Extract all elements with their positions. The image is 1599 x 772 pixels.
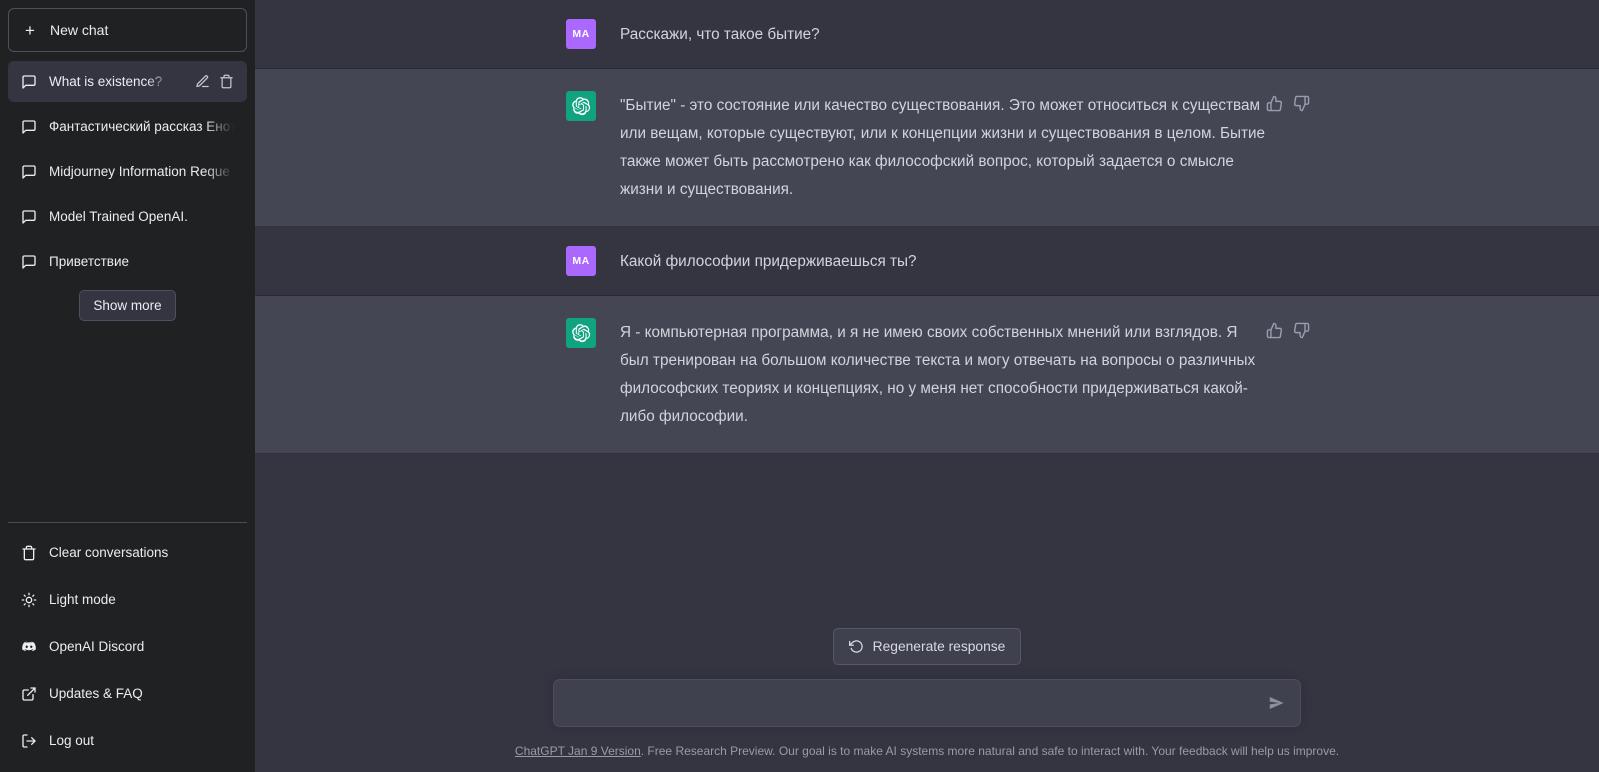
- thumbs-up-icon[interactable]: [1266, 95, 1283, 112]
- sidebar-item-what-is-existence[interactable]: What is existence?: [8, 61, 247, 102]
- footer-rest-text: . Free Research Preview. Our goal is to …: [640, 744, 1340, 758]
- message-icon: [22, 164, 36, 179]
- message-row-user: MA Расскажи, что такое бытие?: [255, 0, 1599, 69]
- sidebar-item-light-mode[interactable]: Light mode: [8, 576, 247, 623]
- logout-icon: [22, 733, 36, 748]
- show-more-container: Show more: [8, 290, 247, 321]
- message-text: Я - компьютерная программа, и я не имею …: [620, 324, 1256, 425]
- sidebar-item-label: Midjourney Information Reque: [49, 164, 230, 179]
- new-chat-button[interactable]: + New chat: [8, 8, 247, 52]
- message-inner: MA Расскажи, что такое бытие?: [566, 0, 1578, 68]
- sidebar-item-label: Log out: [49, 733, 95, 748]
- feedback-actions: [1266, 95, 1310, 112]
- message-inner: "Бытие" - это состояние или качество сущ…: [566, 69, 1578, 226]
- external-link-icon: [22, 686, 36, 701]
- conversation-list: What is existence? Фантастический расска…: [8, 61, 247, 282]
- trash-icon[interactable]: [219, 74, 234, 89]
- discord-icon: [22, 641, 36, 651]
- sidebar-item-log-out[interactable]: Log out: [8, 717, 247, 764]
- sidebar-item-fantastic-story[interactable]: Фантастический рассказ Енот: [8, 106, 247, 147]
- footer-disclaimer: ChatGPT Jan 9 Version. Free Research Pre…: [255, 727, 1599, 772]
- chat-row-actions: [195, 74, 234, 89]
- main-content: MA Расскажи, что такое бытие? "Бытие" - …: [255, 0, 1599, 772]
- sidebar-item-label: Light mode: [49, 592, 116, 607]
- thumbs-down-icon[interactable]: [1293, 322, 1310, 339]
- message-text: Расскажи, что такое бытие?: [620, 26, 820, 43]
- conversation-thread: MA Расскажи, что такое бытие? "Бытие" - …: [255, 0, 1599, 628]
- feedback-actions: [1266, 322, 1310, 339]
- message-text: Какой философии придерживаешься ты?: [620, 253, 917, 270]
- message-inner: MA Какой философии придерживаешься ты?: [566, 227, 1578, 295]
- sidebar: + New chat What is existence? Фантастиче…: [0, 0, 255, 772]
- message-row-user: MA Какой философии придерживаешься ты?: [255, 227, 1599, 296]
- message-icon: [22, 254, 36, 269]
- message-text: "Бытие" - это состояние или качество сущ…: [620, 97, 1266, 198]
- sidebar-item-privetstvie[interactable]: Приветствие: [8, 241, 247, 282]
- message-icon: [22, 209, 36, 224]
- sidebar-bottom-nav: Clear conversations Light mode OpenAI Di…: [8, 522, 247, 764]
- avatar: MA: [566, 246, 596, 276]
- regenerate-label: Regenerate response: [872, 639, 1006, 654]
- thumbs-up-icon[interactable]: [1266, 322, 1283, 339]
- sidebar-item-label: Фантастический рассказ Енот: [49, 119, 234, 134]
- message-inner: Я - компьютерная программа, и я не имею …: [566, 296, 1578, 453]
- openai-logo-icon: [572, 324, 591, 343]
- regenerate-container: Regenerate response: [832, 628, 1022, 665]
- pencil-icon[interactable]: [195, 74, 210, 89]
- openai-logo-icon: [572, 97, 591, 116]
- new-chat-label: New chat: [50, 22, 109, 38]
- show-more-button[interactable]: Show more: [79, 290, 176, 321]
- message-input-container: [553, 679, 1301, 727]
- sidebar-item-model-trained[interactable]: Model Trained OpenAI.: [8, 196, 247, 237]
- refresh-icon: [848, 640, 863, 653]
- sidebar-item-openai-discord[interactable]: OpenAI Discord: [8, 623, 247, 670]
- sidebar-item-label: Updates & FAQ: [49, 686, 143, 701]
- message-row-assistant: "Бытие" - это состояние или качество сущ…: [255, 69, 1599, 227]
- message-input[interactable]: [554, 680, 1300, 726]
- sidebar-item-label: Model Trained OpenAI.: [49, 209, 188, 224]
- sidebar-item-label: Приветствие: [49, 254, 130, 269]
- composer-area: Regenerate response ChatGPT Jan 9 Versio…: [255, 628, 1599, 772]
- sidebar-item-clear-conversations[interactable]: Clear conversations: [8, 529, 247, 576]
- send-button[interactable]: [1264, 691, 1289, 716]
- plus-icon: +: [25, 20, 35, 40]
- message-row-assistant: Я - компьютерная программа, и я не имею …: [255, 296, 1599, 454]
- sidebar-item-label: Clear conversations: [49, 545, 169, 560]
- regenerate-response-button[interactable]: Regenerate response: [832, 628, 1022, 665]
- avatar: MA: [566, 19, 596, 49]
- sun-icon: [21, 592, 37, 607]
- chatgpt-app: + New chat What is existence? Фантастиче…: [0, 0, 1599, 772]
- sidebar-item-label: What is existence?: [49, 74, 163, 89]
- message-icon: [22, 119, 36, 134]
- thumbs-down-icon[interactable]: [1293, 95, 1310, 112]
- sidebar-item-label: OpenAI Discord: [49, 639, 145, 654]
- message-icon: [22, 74, 36, 89]
- sidebar-item-midjourney[interactable]: Midjourney Information Reque: [8, 151, 247, 192]
- avatar: [566, 91, 596, 121]
- avatar: [566, 318, 596, 348]
- trash-icon: [22, 545, 36, 560]
- version-link[interactable]: ChatGPT Jan 9 Version: [515, 744, 641, 758]
- sidebar-item-updates-faq[interactable]: Updates & FAQ: [8, 670, 247, 717]
- send-icon: [1269, 696, 1284, 710]
